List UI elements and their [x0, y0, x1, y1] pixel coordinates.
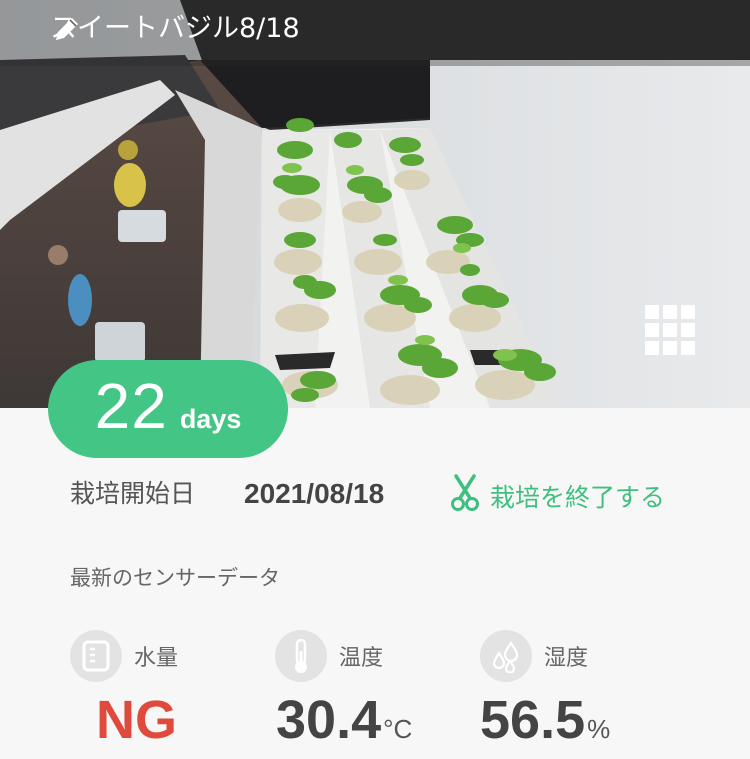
days-unit: days	[179, 404, 242, 434]
sensor-section-title: 最新のセンサーデータ	[70, 566, 280, 590]
scissors-icon	[450, 474, 480, 518]
end-cultivation-label: 栽培を終了する	[490, 483, 666, 512]
temperature-label: 温度	[339, 646, 384, 671]
humidity-sensor-header: 湿度	[480, 630, 588, 682]
plant-name: スイートバジル8/18	[50, 13, 300, 44]
start-date-label: 栽培開始日	[70, 479, 196, 508]
water-value: NG	[96, 690, 177, 750]
end-cultivation-button[interactable]: 栽培を終了する	[450, 474, 665, 518]
temperature-unit: °C	[383, 714, 413, 744]
water-label: 水量	[134, 646, 179, 671]
humidity-label: 湿度	[544, 646, 589, 671]
grid-icon[interactable]	[645, 305, 695, 355]
humidity-reading: 56.5%	[480, 690, 610, 759]
droplets-icon	[480, 630, 532, 682]
days-badge: 22 days	[48, 360, 288, 458]
water-sensor-header: 水量	[70, 630, 178, 682]
days-count: 22	[94, 370, 168, 442]
start-date-value: 2021/08/18	[244, 478, 385, 509]
humidity-unit: %	[587, 714, 611, 744]
temperature-value: 30.4	[276, 690, 382, 750]
temperature-sensor-header: 温度	[275, 630, 383, 682]
temperature-reading: 30.4°C	[276, 690, 412, 759]
camera-photo: スイートバジル8/18	[0, 0, 750, 408]
pencil-icon[interactable]	[56, 12, 346, 46]
plant-title: スイートバジル8/18	[50, 12, 346, 46]
water-tank-icon	[70, 630, 122, 682]
humidity-value: 56.5	[480, 690, 586, 750]
thermometer-icon	[275, 630, 327, 682]
